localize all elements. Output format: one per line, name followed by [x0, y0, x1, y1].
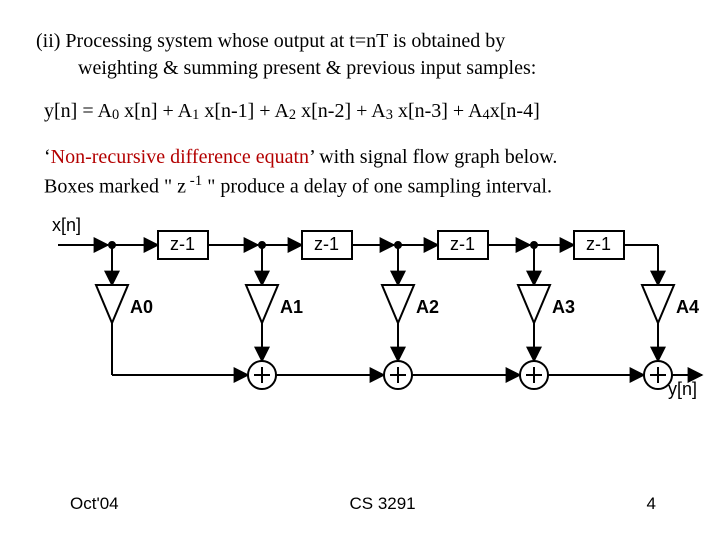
term-nonrecursive: Non-recursive difference equatn — [51, 146, 309, 168]
eq-t2: x[n-1] + A — [199, 100, 289, 122]
eq-t1: x[n] + A — [119, 100, 192, 122]
note-tail: ’ with signal flow graph below. — [309, 146, 557, 168]
delay-box-0: z-1 — [170, 234, 195, 254]
delay-box-3: z-1 — [586, 234, 611, 254]
gain-label-1: A1 — [280, 297, 303, 317]
eq-t3: x[n-2] + A — [296, 100, 386, 122]
output-label: y[n] — [668, 379, 697, 399]
signal-flow-graph: x[n] y[n] z-1 z-1 z-1 z-1 A0 A1 A2 A3 A4 — [46, 215, 706, 415]
input-label: x[n] — [52, 215, 81, 235]
paragraph-intro: (ii) Processing system whose output at t… — [36, 28, 684, 82]
gain-label-4: A4 — [676, 297, 699, 317]
note-line2a: Boxes marked " z — [44, 176, 186, 198]
delay-box-2: z-1 — [450, 234, 475, 254]
gain-label-0: A0 — [130, 297, 153, 317]
note-line2b: " produce a delay of one sampling interv… — [202, 176, 552, 198]
gain-label-3: A3 — [552, 297, 575, 317]
eq-t4: x[n-3] + A — [393, 100, 483, 122]
note-sup: -1 — [186, 173, 202, 189]
difference-equation: y[n] = A0 x[n] + A1 x[n-1] + A2 x[n-2] +… — [44, 100, 684, 124]
paragraph-note: ‘Non-recursive difference equatn’ with s… — [44, 144, 684, 201]
footer-right: 4 — [647, 494, 656, 514]
intro-line2: weighting & summing present & previous i… — [36, 57, 536, 79]
open-quote: ‘ — [44, 146, 51, 168]
footer: Oct'04 CS 3291 4 — [0, 494, 720, 514]
gain-label-2: A2 — [416, 297, 439, 317]
eq-lhs: y[n] = A — [44, 100, 112, 122]
intro-line1: (ii) Processing system whose output at t… — [36, 30, 505, 52]
eq-sub4: 4 — [483, 107, 490, 123]
eq-sub3: 3 — [386, 107, 393, 123]
eq-t5: x[n-4] — [490, 100, 540, 122]
footer-center: CS 3291 — [349, 494, 415, 514]
footer-left: Oct'04 — [70, 494, 119, 514]
delay-box-1: z-1 — [314, 234, 339, 254]
